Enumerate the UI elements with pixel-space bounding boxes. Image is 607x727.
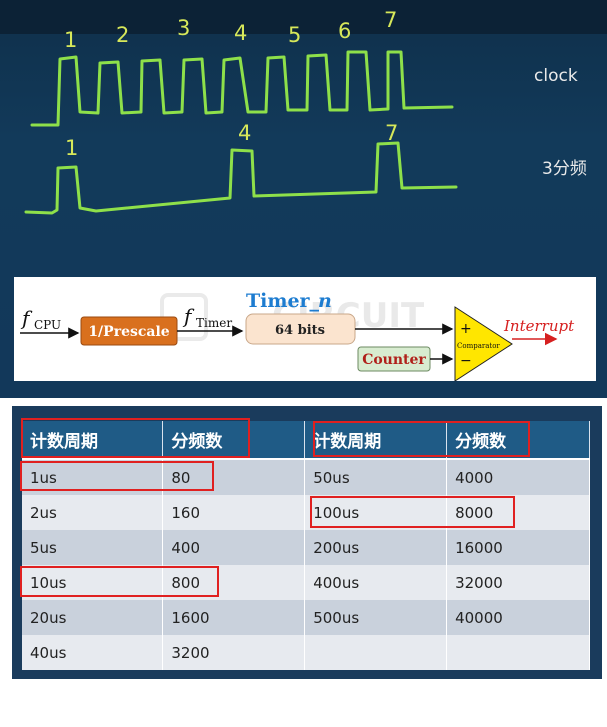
header-divider: 分频数 — [162, 421, 306, 460]
table-cell: 800 — [162, 565, 306, 600]
waveform-drawing: 1 2 3 4 5 6 7 1 4 7 — [24, 8, 458, 215]
table-row: 2us 160 100us 8000 — [22, 495, 590, 530]
counter-label: Counter — [362, 352, 426, 368]
table-cell: 40us — [22, 635, 164, 670]
pulse-number: 3 — [177, 16, 190, 40]
timer-bits: 64 bits — [275, 323, 325, 338]
comparator-label: Comparator — [457, 342, 500, 350]
pulse-number: 7 — [384, 8, 397, 32]
table-cell: 160 — [162, 495, 306, 530]
divided-waveform — [24, 141, 458, 215]
table-cell: 2us — [22, 495, 164, 530]
table-row: 10us 800 400us 32000 — [22, 565, 590, 600]
table-header-row: 计数周期 分频数 计数周期 分频数 — [22, 421, 590, 460]
header-divider: 分频数 — [446, 421, 590, 460]
prescale-table-slide: 计数周期 分频数 计数周期 分频数 1us 80 50us 4000 2us 1… — [12, 406, 602, 679]
divided-pulse-number: 7 — [385, 121, 398, 145]
table-row: 20us 1600 500us 40000 — [22, 600, 590, 635]
table-cell: 400us — [304, 565, 448, 600]
clock-waveform — [30, 50, 454, 127]
pulse-number: 5 — [288, 23, 301, 47]
table-cell: 1600 — [162, 600, 306, 635]
prescale-table: 计数周期 分频数 计数周期 分频数 1us 80 50us 4000 2us 1… — [22, 421, 590, 670]
svg-text:+: + — [460, 321, 472, 337]
table-cell: 10us — [22, 565, 164, 600]
header-period: 计数周期 — [22, 421, 164, 460]
table-cell: 5us — [22, 530, 164, 565]
ftimer-label: f — [182, 304, 195, 328]
table-row: 40us 3200 — [22, 635, 590, 670]
table-cell: 80 — [162, 459, 306, 495]
table-row: 5us 400 200us 16000 — [22, 530, 590, 565]
table-cell: 500us — [304, 600, 448, 635]
table-cell: 32000 — [446, 565, 590, 600]
timer-block-diagram: CIRCUIT f CPU 1/Prescale f Timer Timer_ … — [14, 277, 596, 381]
table-cell: 8000 — [446, 495, 590, 530]
table-cell: 16000 — [446, 530, 590, 565]
divided-pulse-number: 1 — [65, 136, 78, 160]
pulse-number: 4 — [234, 21, 247, 45]
header-period: 计数周期 — [304, 421, 448, 460]
table-cell: 20us — [22, 600, 164, 635]
table-cell: 4000 — [446, 459, 590, 495]
table-cell: 1us — [22, 459, 164, 495]
svg-text:−: − — [460, 353, 472, 369]
table-cell: 40000 — [446, 600, 590, 635]
timer-title: Timer_ — [246, 290, 320, 312]
pulse-number: 1 — [64, 28, 77, 52]
ftimer-sub: Timer — [196, 316, 232, 330]
table-cell: 400 — [162, 530, 306, 565]
table-cell: 200us — [304, 530, 448, 565]
table-cell: 100us — [304, 495, 448, 530]
timer-title-n: n — [318, 290, 332, 312]
interrupt-label: Interrupt — [503, 317, 575, 335]
pulse-number: 6 — [338, 19, 351, 43]
table-row: 1us 80 50us 4000 — [22, 459, 590, 495]
pulse-number: 2 — [116, 23, 129, 47]
fcpu-sub: CPU — [34, 318, 61, 332]
waveform-slide: 1 2 3 4 5 6 7 1 4 7 clock 3分频 f CPU 1/Pr… — [0, 0, 607, 398]
prescale-label: 1/Prescale — [88, 324, 169, 340]
divided-label: 3分频 — [542, 159, 587, 179]
fcpu-label: f — [20, 306, 33, 330]
table-cell — [446, 635, 590, 670]
divided-pulse-number: 4 — [238, 121, 251, 145]
table-cell: 50us — [304, 459, 448, 495]
table-cell — [304, 635, 448, 670]
clock-label: clock — [534, 66, 578, 86]
table-cell: 3200 — [162, 635, 306, 670]
